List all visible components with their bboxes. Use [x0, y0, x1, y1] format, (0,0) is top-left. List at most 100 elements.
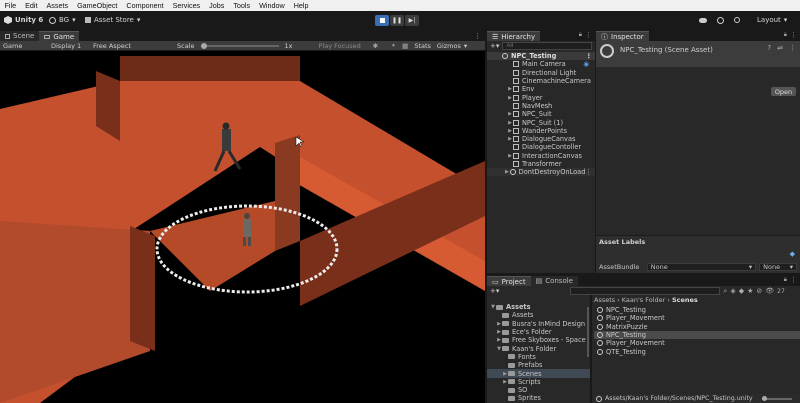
audio-icon[interactable]: 🔈︎ — [389, 41, 399, 50]
aspect-dropdown[interactable]: Free Aspect — [90, 42, 174, 50]
menu-file[interactable]: File — [0, 1, 21, 10]
file-item[interactable]: NPC_Testing — [594, 306, 800, 314]
folder-item[interactable]: ▼ Assets — [487, 303, 590, 311]
file-item[interactable]: MatrixPuzzle — [594, 323, 800, 331]
folder-item-selected[interactable]: ▶ Scenes — [487, 369, 590, 378]
hierarchy-item[interactable]: CinemachineCamera — [497, 77, 595, 85]
help-icon[interactable]: ? — [767, 44, 771, 52]
hierarchy-item[interactable]: DialogueContoller — [497, 143, 595, 151]
pause-button[interactable]: ❚❚ — [390, 14, 404, 26]
menu-assets[interactable]: Assets — [42, 1, 73, 10]
folder-item[interactable]: Assets — [487, 311, 590, 319]
hierarchy-dontdestroy-row[interactable]: ▶ DontDestroyOnLoad ⋮ — [487, 168, 595, 177]
kebab-menu-icon[interactable]: ⋮ — [474, 32, 481, 40]
gizmo-toggle-icon[interactable]: ▦ — [399, 42, 411, 50]
layout-dropdown[interactable]: Layout ▾ — [757, 14, 787, 26]
cloud-services-icon[interactable] — [699, 17, 707, 23]
folder-item[interactable]: Sprites — [487, 394, 590, 402]
stats-button[interactable]: Stats — [411, 42, 434, 50]
game-mode-dropdown[interactable]: Game — [0, 42, 48, 50]
expand-arrow-icon[interactable]: ▶ — [504, 169, 510, 175]
hierarchy-item[interactable]: ▶ DialogueCanvas — [497, 135, 595, 143]
game-view[interactable] — [0, 51, 485, 403]
kebab-menu-icon[interactable]: ⋮ — [787, 276, 800, 286]
search-icon[interactable] — [734, 17, 740, 23]
folder-item[interactable]: ▶ Ece's Folder — [487, 328, 590, 336]
hierarchy-item[interactable]: Transformer — [497, 160, 595, 168]
folder-item[interactable]: ▶ Busra's InMind Design — [487, 320, 590, 328]
menu-edit[interactable]: Edit — [21, 1, 42, 10]
menu-help[interactable]: Help — [289, 1, 313, 10]
kebab-menu-icon[interactable]: ⋮ — [787, 31, 800, 41]
hierarchy-item[interactable]: ▶ WanderPoints — [497, 127, 595, 135]
hierarchy-item[interactable]: Main Camera ◉ — [497, 60, 595, 68]
hierarchy-item[interactable]: ▶ NPC_Suit (1) — [497, 118, 595, 127]
folder-item[interactable]: ▶ Free Skyboxes - Space — [487, 336, 590, 344]
kebab-menu-icon[interactable]: ⋮ — [585, 168, 595, 176]
kebab-menu-icon[interactable]: ⋮ — [582, 31, 595, 41]
open-button[interactable]: Open — [771, 87, 796, 96]
file-item[interactable]: QTE_Testing — [594, 347, 800, 356]
folder-item[interactable]: SO — [487, 386, 590, 394]
file-item[interactable]: Player_Movement — [594, 314, 800, 322]
hierarchy-item[interactable]: ▶ NPC_Suit — [497, 110, 595, 118]
folder-item[interactable]: ▶ Scripts — [487, 378, 590, 386]
icon-size-slider-thumb[interactable] — [762, 395, 767, 401]
menu-tools[interactable]: Tools — [229, 1, 255, 10]
file-item[interactable]: Player_Movement — [594, 339, 800, 347]
step-button[interactable]: ▶| — [405, 14, 419, 26]
tab-console[interactable]: ▤ Console — [530, 276, 578, 286]
breadcrumb-item[interactable]: Scenes — [672, 296, 698, 304]
folder-item[interactable]: ▼ Kaan's Folder — [487, 344, 590, 353]
folder-item[interactable]: Fonts — [487, 353, 590, 361]
hierarchy-item[interactable]: ▶ Player — [497, 93, 595, 102]
menu-services[interactable]: Services — [168, 1, 205, 10]
play-focused-dropdown[interactable]: Play Focused — [315, 42, 363, 50]
account-dropdown[interactable]: BG ▾ — [49, 14, 76, 26]
folder-tree-scrollbar[interactable] — [587, 307, 589, 357]
hierarchy-item[interactable]: Directional Light — [497, 69, 595, 77]
panel-divider[interactable] — [590, 295, 592, 403]
project-search-input[interactable] — [570, 287, 721, 295]
tab-scene[interactable]: Scene — [0, 31, 40, 41]
breadcrumb-item[interactable]: Assets — [594, 296, 615, 304]
menu-jobs[interactable]: Jobs — [205, 1, 229, 10]
tab-hierarchy[interactable]: ☰ Hierarchy — [487, 31, 541, 41]
label-filter-icon[interactable]: ◆ — [739, 287, 744, 295]
tab-game[interactable]: Game — [39, 31, 80, 41]
hierarchy-item[interactable]: ▶ InteractionCanvas — [497, 152, 595, 160]
hierarchy-item[interactable]: NavMesh — [497, 102, 595, 110]
preset-icon[interactable]: ⇌ — [777, 44, 783, 52]
kebab-menu-icon[interactable]: ⋮ — [585, 52, 595, 60]
hierarchy-item[interactable]: ▶ Env — [497, 85, 595, 93]
asset-bundle-dropdown[interactable]: None ▾ — [646, 263, 757, 271]
tab-project[interactable]: ▭ Project — [487, 276, 531, 286]
menu-gameobject[interactable]: GameObject — [73, 1, 122, 10]
add-icon[interactable]: +▾ — [490, 287, 499, 295]
type-filter-icon[interactable]: ◈ — [730, 287, 735, 295]
asset-variant-dropdown[interactable]: None ▾ — [759, 263, 797, 271]
folder-item[interactable]: Prefabs — [487, 361, 590, 369]
display-dropdown[interactable]: Display 1 — [48, 42, 90, 50]
breadcrumb-item[interactable]: Kaan's Folder — [622, 296, 666, 304]
gizmos-button[interactable]: Gizmos — [434, 42, 464, 50]
file-item-selected[interactable]: NPC_Testing — [594, 330, 800, 340]
menu-component[interactable]: Component — [122, 1, 168, 10]
menu-window[interactable]: Window — [255, 1, 290, 10]
icon-size-slider[interactable] — [762, 395, 792, 401]
tab-inspector[interactable]: ⓘ Inspector — [596, 31, 649, 41]
favorite-icon[interactable]: ★ — [747, 287, 753, 295]
visibility-eye-icon[interactable]: ◉ — [583, 60, 589, 68]
history-icon[interactable] — [717, 16, 724, 24]
bug-icon[interactable]: ✱ — [370, 42, 381, 50]
kebab-menu-icon[interactable]: ⋮ — [789, 44, 796, 52]
hierarchy-scene-row[interactable]: NPC_Testing ⋮ — [487, 52, 595, 61]
scale-slider-thumb[interactable] — [200, 42, 207, 49]
hidden-packages-icon[interactable]: ⊘ — [756, 287, 762, 295]
asset-store-dropdown[interactable]: Asset Store ▾ — [85, 14, 140, 26]
label-tag-icon[interactable]: ◆ — [790, 250, 795, 258]
add-icon[interactable]: +▾ — [490, 42, 499, 50]
scale-slider[interactable] — [200, 42, 279, 49]
hierarchy-search-input[interactable] — [502, 42, 592, 50]
play-button[interactable] — [375, 14, 389, 26]
